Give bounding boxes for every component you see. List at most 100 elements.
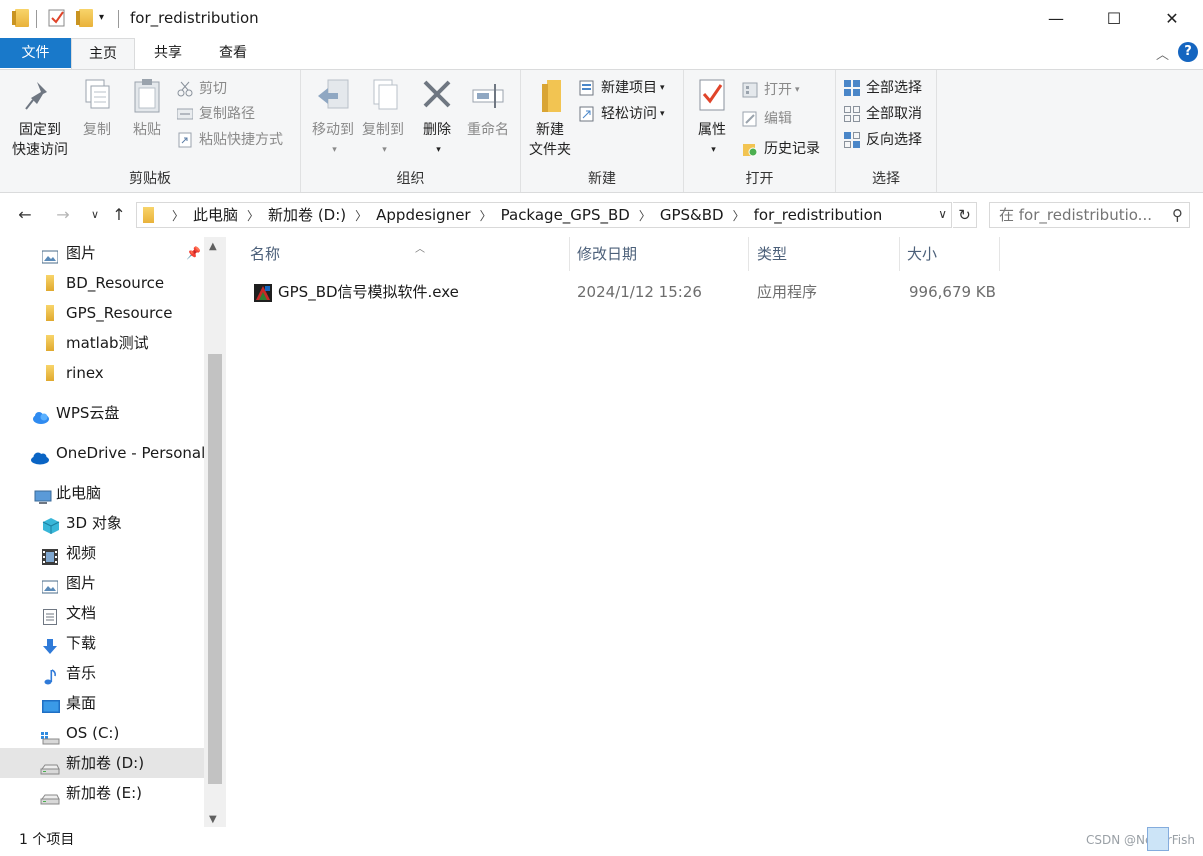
nav-item-label: BD_Resource [66,274,165,292]
column-header-modified[interactable]: 修改日期 [569,237,749,271]
properties-check-icon[interactable] [48,9,66,27]
nav-item-pictures[interactable]: 图片 [0,568,204,598]
nav-item-3d-objects[interactable]: 3D 对象 [0,508,204,538]
rename-button[interactable]: 重命名 [463,76,513,140]
search-input[interactable] [990,203,1160,227]
breadcrumb-item[interactable]: 新加卷 (D:) [268,206,346,224]
nav-item-pictures-pinned[interactable]: 图片 📌 [0,238,204,268]
column-header-size[interactable]: 大小 [899,237,1000,271]
nav-item-gps-resource[interactable]: GPS_Resource [0,298,204,328]
invert-selection-button[interactable]: 反向选择 [844,128,922,152]
minimize-button[interactable]: — [1027,0,1085,38]
tab-file[interactable]: 文件 [0,38,71,68]
customize-toolbar-chevron-icon[interactable]: ▾ [99,12,117,30]
close-button[interactable]: ✕ [1143,0,1201,38]
nav-item-documents[interactable]: 文档 [0,598,204,628]
nav-item-os-c[interactable]: OS (C:) [0,718,204,748]
pin-icon[interactable]: 📌 [186,238,201,268]
nav-item-label: GPS_Resource [66,304,173,322]
paste-shortcut-icon [177,132,193,148]
nav-item-label: 视频 [66,544,97,562]
scroll-up-arrow-icon[interactable]: ▲ [209,241,217,252]
file-name: GPS_BD信号模拟软件.exe [278,283,459,301]
large-icons-view-icon[interactable] [1179,831,1195,847]
nav-item-matlab-test[interactable]: matlab测试 [0,328,204,358]
forward-arrow-icon[interactable]: → [52,204,74,226]
easy-access-button[interactable]: 轻松访问 ▾ [579,102,665,126]
new-folder-label-line2: 文件夹 [529,142,571,158]
help-icon[interactable]: ? [1178,42,1198,62]
chevron-down-icon: ▾ [660,83,665,93]
nav-item-downloads[interactable]: 下载 [0,628,204,658]
clipboard-group: 固定到 快速访问 复制 粘贴 剪切 复制路径 粘贴快捷方式 剪贴板 [0,70,301,192]
breadcrumb-item[interactable]: 此电脑 [193,206,238,224]
paste-button[interactable]: 粘贴 [126,76,168,140]
wps-cloud-icon [32,405,49,424]
nav-item-videos[interactable]: 视频 [0,538,204,568]
details-view-icon[interactable] [1147,827,1169,851]
nav-item-onedrive[interactable]: OneDrive - Personal [0,438,206,468]
refresh-icon[interactable]: ↻ [953,202,977,228]
address-bar[interactable]: 〉此电脑〉新加卷 (D:) 〉 Appdesigner 〉 Package_GPS_BD… [136,202,952,228]
new-folder-icon [533,76,567,116]
breadcrumb-item[interactable]: Appdesigner [376,206,470,224]
up-arrow-icon[interactable]: ↑ [108,204,130,226]
new-folder-button[interactable]: 新建 文件夹 [525,76,575,160]
new-item-button[interactable]: 新建项目 ▾ [579,76,665,100]
nav-item-drive-e[interactable]: 新加卷 (E:) [0,778,204,808]
cut-button[interactable]: 剪切 [177,77,227,101]
pin-to-quick-access-button[interactable]: 固定到 快速访问 [8,76,72,160]
rename-label: 重命名 [467,122,509,138]
breadcrumb-separator-icon[interactable]: 〉 [733,209,745,223]
tab-share[interactable]: 共享 [140,38,196,68]
nav-item-drive-d[interactable]: 新加卷 (D:) [0,748,204,778]
breadcrumb-separator-icon[interactable]: 〉 [355,209,367,223]
breadcrumb-item[interactable]: GPS&BD [660,206,724,224]
maximize-button[interactable]: ☐ [1085,0,1143,38]
column-header-type[interactable]: 类型 [749,237,900,271]
nav-pane-scrollbar[interactable]: ▲ ▼ [204,237,226,827]
status-bar: 1 个项目 CSDN @NeverFish [0,827,1203,856]
paste-shortcut-button[interactable]: 粘贴快捷方式 [177,128,283,152]
copy-button[interactable]: 复制 [76,76,118,140]
copy-path-button[interactable]: 复制路径 [176,102,255,126]
nav-item-music[interactable]: 音乐 [0,658,204,688]
delete-button[interactable]: 删除 ▾ [417,76,457,160]
breadcrumb-item[interactable]: Package_GPS_BD [501,206,630,224]
nav-item-wps-cloud[interactable]: WPS云盘 [0,398,204,428]
back-arrow-icon[interactable]: ← [14,204,36,226]
application-exe-icon [254,283,272,302]
properties-button[interactable]: 属性 ▾ [692,76,732,160]
move-to-button[interactable]: 移动到 ▾ [305,76,361,160]
tab-home[interactable]: 主页 [71,38,135,69]
breadcrumb-separator-icon[interactable]: 〉 [639,209,651,223]
nav-item-this-pc[interactable]: 此电脑 [0,478,204,508]
address-history-chevron-icon[interactable]: ∨ [938,207,947,221]
edit-button[interactable]: 编辑 [742,107,792,131]
recent-locations-chevron-icon[interactable]: ∨ [84,204,106,226]
scrollbar-thumb[interactable] [208,354,222,784]
nav-item-rinex[interactable]: rinex [0,358,204,388]
tab-view[interactable]: 查看 [204,38,262,68]
delete-label: 删除 [423,122,451,138]
collapse-ribbon-chevron-icon[interactable]: ︿ [1156,44,1169,63]
nav-item-label: OneDrive - Personal [56,444,206,462]
breadcrumb-separator-icon[interactable]: 〉 [247,209,259,223]
breadcrumb-separator-icon[interactable]: 〉 [480,209,492,223]
file-row[interactable]: GPS_BD信号模拟软件.exe 2024/1/12 15:26 应用程序 99… [248,278,1008,306]
breadcrumb-item[interactable]: for_redistribution [754,206,883,224]
history-button[interactable]: 历史记录 [742,137,820,161]
nav-item-label: OS (C:) [66,724,120,742]
breadcrumb-separator-icon[interactable]: 〉 [172,209,184,223]
select-all-button[interactable]: 全部选择 [844,76,922,100]
nav-item-desktop[interactable]: 桌面 [0,688,204,718]
search-icon[interactable]: ⚲ [1172,206,1183,224]
nav-item-bd-resource[interactable]: BD_Resource [0,268,204,298]
copy-to-button[interactable]: 复制到 ▾ [355,76,411,160]
open-button[interactable]: 打开 ▾ [742,78,800,102]
select-none-button[interactable]: 全部取消 [844,102,922,126]
column-header-name[interactable]: 名称 ︿ [242,237,570,271]
scroll-down-arrow-icon[interactable]: ▼ [209,814,217,825]
select-all-icon [844,80,860,96]
new-folder-icon[interactable] [76,9,94,27]
